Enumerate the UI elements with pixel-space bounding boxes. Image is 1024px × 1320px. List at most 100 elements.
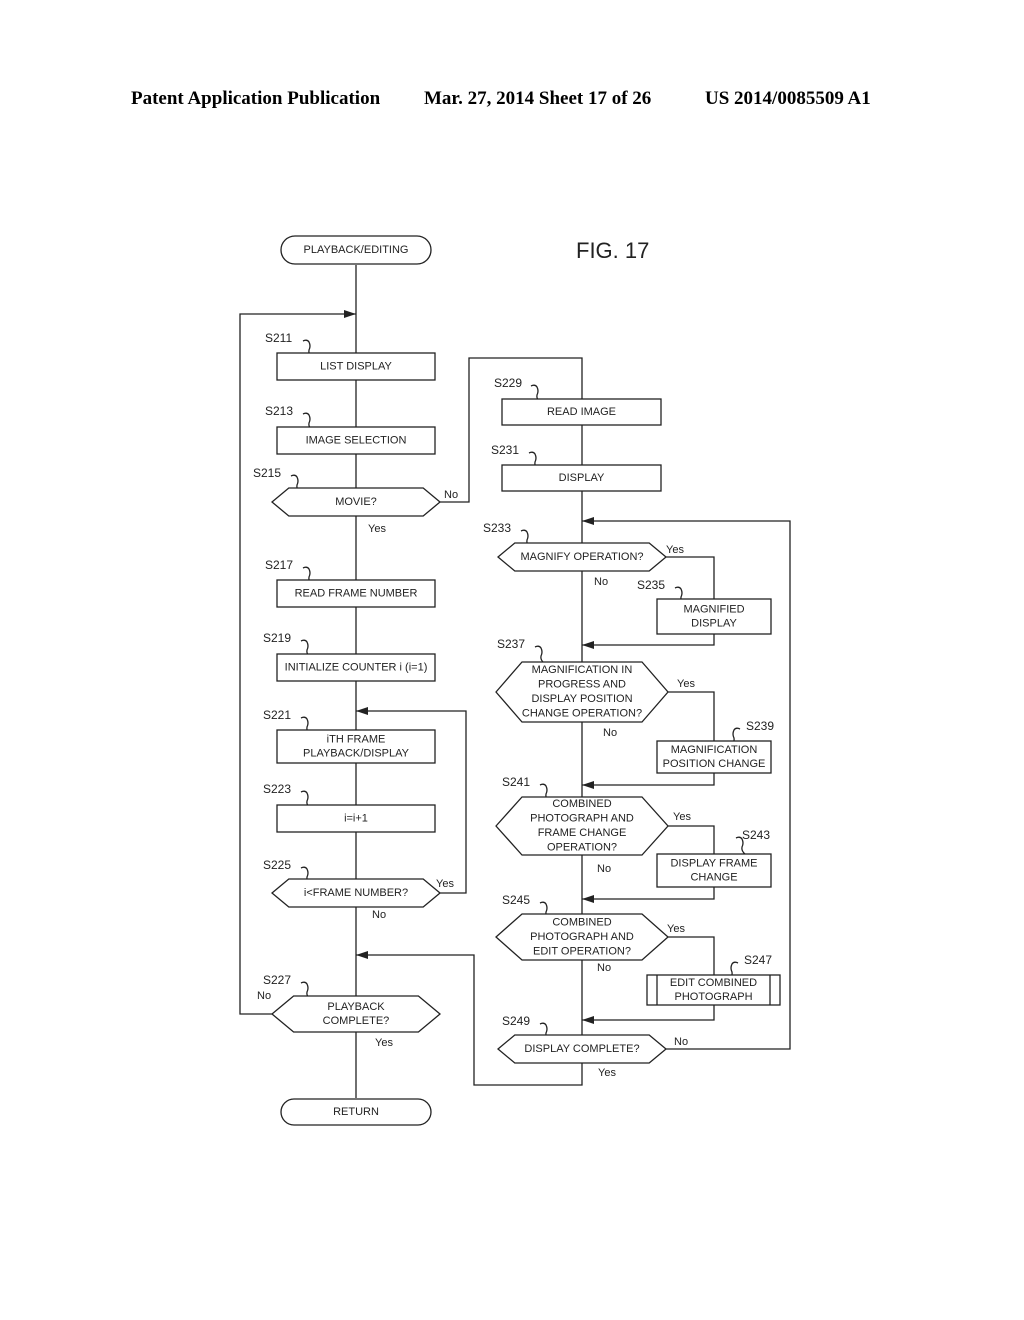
process-s231: DISPLAY (501, 464, 662, 492)
step-label-s243: S243 (742, 828, 770, 842)
branch-yes-label: Yes (375, 1037, 393, 1049)
branch-no-label: No (257, 990, 271, 1002)
branch-yes-label: Yes (368, 523, 386, 535)
branch-line-s237-yes (667, 691, 715, 741)
decision-s237: MAGNIFICATION IN PROGRESS AND DISPLAY POSI… (495, 661, 669, 723)
process-s217-text: READ FRAME NUMBER (295, 587, 418, 599)
step-label-s235: S235 (637, 578, 665, 592)
step-label-s239: S239 (746, 719, 774, 733)
figure-label: FIG. 17 (576, 238, 649, 263)
decision-s237-text: MAGNIFICATION IN (532, 664, 633, 676)
branch-line-s245-yes (666, 936, 715, 975)
process-s229: READ IMAGE (501, 398, 662, 426)
process-s229-text: READ IMAGE (547, 406, 616, 418)
arrow-merge-s247 (582, 1016, 594, 1024)
step-label-s223: S223 (263, 782, 291, 796)
decision-s225: i<FRAME NUMBER? (270, 878, 442, 908)
decision-s237-text: CHANGE OPERATION? (522, 708, 642, 720)
step-label-s229: S229 (494, 376, 522, 390)
flowchart: FIG. 17 PLAYBACK/EDITING S211 LIST DISPLAY… (239, 235, 791, 1126)
process-s223-text: i=i+1 (344, 812, 368, 824)
arrow-merge-s235 (582, 641, 594, 649)
branch-yes-label: Yes (667, 923, 685, 935)
terminal-return-text: RETURN (333, 1106, 379, 1118)
process-s213-text: IMAGE SELECTION (306, 434, 407, 446)
branch-no-label: No (597, 962, 611, 974)
merge-line-s239 (582, 773, 715, 786)
step-label-s211: S211 (265, 331, 292, 345)
process-s231-text: DISPLAY (559, 472, 605, 484)
step-label-s237: S237 (497, 637, 525, 651)
step-label-s231: S231 (491, 443, 519, 457)
decision-s241-text: OPERATION? (547, 842, 617, 854)
branch-no-label: No (372, 909, 386, 921)
branch-line-s233-yes (666, 556, 715, 599)
arrow-merge-s243 (582, 895, 594, 903)
step-label-s245: S245 (502, 893, 530, 907)
process-s239-text: POSITION CHANGE (663, 758, 766, 770)
process-s235-text: DISPLAY (691, 617, 737, 629)
decision-s215-text: MOVIE? (335, 496, 377, 508)
process-s243: DISPLAY FRAME CHANGE (656, 853, 772, 888)
arrow-into-s221 (356, 707, 368, 715)
arrow-into-main-top (344, 310, 356, 318)
process-s211: LIST DISPLAY (276, 352, 436, 381)
step-label-s241: S241 (502, 775, 530, 789)
merge-line-s243 (582, 887, 715, 900)
terminal-start-text: PLAYBACK/EDITING (304, 244, 409, 256)
process-s247-text: PHOTOGRAPH (674, 991, 752, 1003)
process-s219-text: INITIALIZE COUNTER i (i=1) (285, 661, 428, 673)
process-s243-text: DISPLAY FRAME (670, 857, 757, 869)
decision-s227: PLAYBACK COMPLETE? (270, 995, 442, 1033)
step-label-s227: S227 (263, 973, 291, 987)
step-label-s221: S221 (263, 708, 291, 722)
decision-s215: MOVIE? (270, 487, 442, 517)
branch-yes-label: Yes (673, 811, 691, 823)
process-s221: iTH FRAME PLAYBACK/DISPLAY (276, 729, 436, 764)
process-s235-text: MAGNIFIED (683, 603, 744, 615)
step-label-s225: S225 (263, 858, 291, 872)
decision-s245-text: EDIT OPERATION? (533, 945, 631, 957)
process-s221-text: PLAYBACK/DISPLAY (303, 747, 410, 759)
step-label-s217: S217 (265, 558, 293, 572)
branch-no-label: No (603, 727, 617, 739)
decision-s245-text: PHOTOGRAPH AND (530, 931, 634, 943)
merge-line-s247 (582, 1005, 715, 1021)
step-label-s247: S247 (744, 953, 772, 967)
process-s243-text: CHANGE (690, 871, 737, 883)
arrow-into-s233 (582, 517, 594, 525)
decision-s227-text: PLAYBACK (327, 1001, 385, 1013)
process-s213: IMAGE SELECTION (276, 426, 436, 455)
step-label-s213: S213 (265, 404, 293, 418)
decision-s249-text: DISPLAY COMPLETE? (524, 1043, 639, 1055)
process-s239: MAGNIFICATION POSITION CHANGE (656, 740, 772, 774)
process-s211-text: LIST DISPLAY (320, 360, 392, 372)
branch-no-label: No (674, 1036, 688, 1048)
leader-line (534, 645, 546, 665)
arrow-merge-s239 (582, 781, 594, 789)
branch-yes-label: Yes (598, 1067, 616, 1079)
decision-s237-text: PROGRESS AND (538, 679, 626, 691)
decision-s237-text: DISPLAY POSITION (531, 693, 632, 705)
decision-s225-text: i<FRAME NUMBER? (304, 887, 408, 899)
step-label-s249: S249 (502, 1014, 530, 1028)
process-s239-text: MAGNIFICATION (671, 744, 758, 756)
process-s219: INITIALIZE COUNTER i (i=1) (276, 653, 436, 682)
process-s247-text: EDIT COMBINED (670, 977, 757, 989)
decision-s233: MAGNIFY OPERATION? (496, 542, 668, 572)
process-s235: MAGNIFIED DISPLAY (656, 598, 772, 635)
branch-yes-label: Yes (677, 678, 695, 690)
arrow-into-s227 (356, 951, 368, 959)
process-s247: EDIT COMBINED PHOTOGRAPH (646, 974, 781, 1006)
step-label-s219: S219 (263, 631, 291, 645)
branch-yes-label: Yes (666, 544, 684, 556)
process-s223: i=i+1 (276, 804, 436, 833)
decision-s245-text: COMBINED (552, 916, 611, 928)
flowchart-nodes: PLAYBACK/EDITING S211 LIST DISPLAY S213 IMAG… (253, 235, 781, 1126)
decision-s245: COMBINED PHOTOGRAPH AND EDIT OPERATION? (495, 913, 669, 961)
branch-yes-label: Yes (436, 878, 454, 890)
decision-s241-text: PHOTOGRAPH AND (530, 813, 634, 825)
decision-s241-text: COMBINED (552, 798, 611, 810)
decision-s227-text: COMPLETE? (323, 1015, 390, 1027)
process-s221-text: iTH FRAME (327, 733, 386, 745)
